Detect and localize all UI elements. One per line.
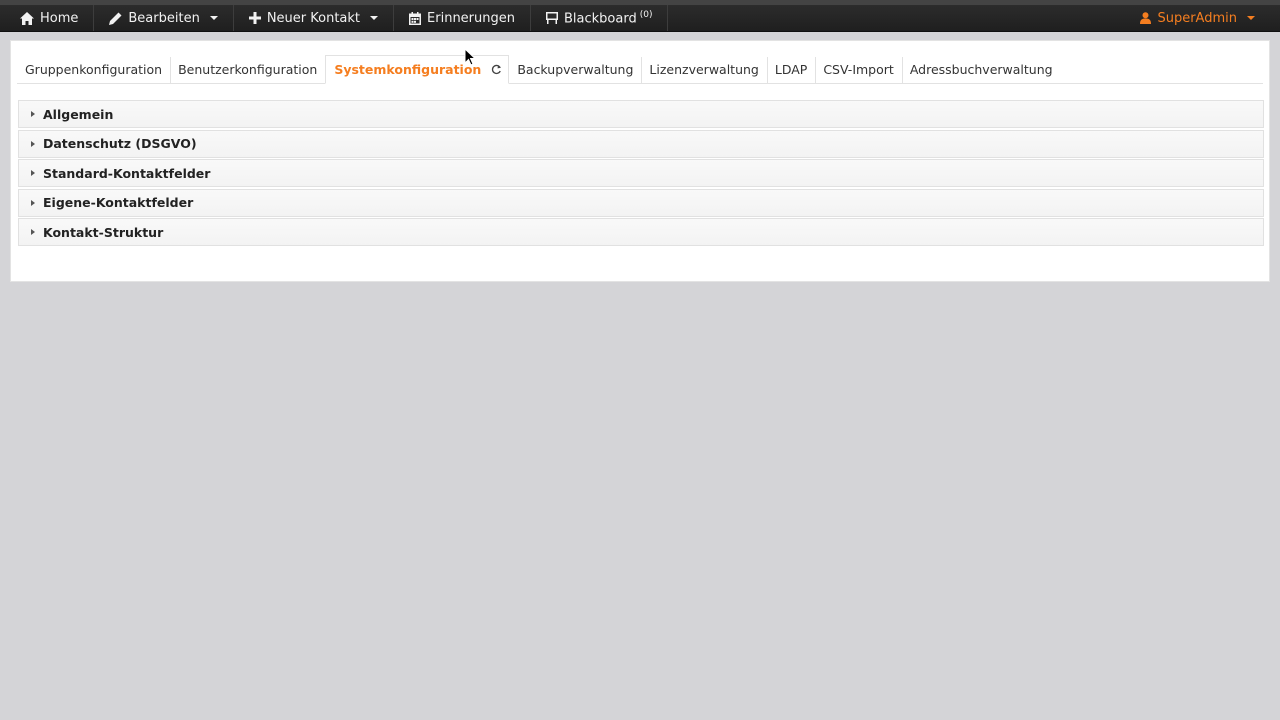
main-panel: Gruppenkonfiguration Benutzerkonfigurati…: [10, 40, 1270, 282]
nav-home-label: Home: [40, 10, 79, 26]
tab-label: CSV-Import: [823, 61, 894, 77]
tab-csv-import[interactable]: CSV-Import: [815, 55, 901, 83]
settings-accordion: Allgemein Datenschutz (DSGVO) Standard-K…: [18, 100, 1264, 248]
user-menu[interactable]: SuperAdmin: [1125, 5, 1270, 31]
tab-adressbuchverwaltung[interactable]: Adressbuchverwaltung: [901, 55, 1061, 83]
chevron-down-icon: [370, 16, 379, 20]
nav-bearbeiten[interactable]: Bearbeiten: [94, 5, 234, 31]
tab-ldap[interactable]: LDAP: [766, 55, 815, 83]
section-eigene-kontaktfelder[interactable]: Eigene-Kontaktfelder: [18, 188, 1264, 217]
navbar-user-area: SuperAdmin: [1125, 5, 1280, 31]
blackboard-count: (0): [639, 9, 653, 20]
chevron-right-icon: [31, 229, 35, 235]
tab-label: Gruppenkonfiguration: [25, 61, 163, 77]
nav-neuer-kontakt-label: Neuer Kontakt: [266, 10, 361, 26]
user-icon: [1140, 12, 1152, 24]
user-menu-label: SuperAdmin: [1157, 10, 1237, 26]
mouse-cursor-icon: [464, 47, 477, 70]
pencil-icon: [109, 12, 122, 25]
tab-lizenzverwaltung[interactable]: Lizenzverwaltung: [641, 55, 766, 83]
section-kontakt-struktur[interactable]: Kontakt-Struktur: [18, 218, 1264, 246]
chevron-right-icon: [31, 170, 35, 176]
tab-label: Benutzerkonfiguration: [178, 61, 318, 77]
navbar-menu: Home Bearbeiten Neuer Kontakt Erinnerung…: [0, 5, 669, 31]
chevron-down-icon: [209, 16, 218, 20]
nav-blackboard[interactable]: Blackboard (0): [531, 5, 669, 31]
tab-label: Adressbuchverwaltung: [909, 61, 1053, 77]
nav-erinnerungen-label: Erinnerungen: [427, 10, 515, 26]
section-label: Kontakt-Struktur: [43, 224, 164, 240]
nav-home[interactable]: Home: [5, 5, 95, 31]
nav-blackboard-label: Blackboard: [564, 11, 637, 27]
config-tabs: Gruppenkonfiguration Benutzerkonfigurati…: [17, 55, 1263, 84]
tab-label: Lizenzverwaltung: [649, 61, 759, 77]
tab-systemkonfiguration[interactable]: Systemkonfiguration: [325, 55, 510, 84]
section-datenschutz[interactable]: Datenschutz (DSGVO): [18, 129, 1264, 158]
section-label: Datenschutz (DSGVO): [43, 136, 197, 151]
section-allgemein[interactable]: Allgemein: [18, 100, 1264, 128]
refresh-icon[interactable]: [491, 64, 502, 75]
nav-bearbeiten-label: Bearbeiten: [128, 10, 200, 26]
blackboard-icon: [546, 12, 558, 24]
section-label: Eigene-Kontaktfelder: [43, 195, 194, 210]
chevron-right-icon: [31, 111, 35, 117]
nav-neuer-kontakt[interactable]: Neuer Kontakt: [234, 5, 395, 31]
tab-label: LDAP: [774, 61, 808, 77]
tab-backupverwaltung[interactable]: Backupverwaltung: [509, 55, 641, 83]
tab-gruppenkonfiguration[interactable]: Gruppenkonfiguration: [17, 55, 170, 83]
tab-label: Backupverwaltung: [517, 61, 634, 77]
nav-erinnerungen[interactable]: Erinnerungen: [394, 5, 531, 31]
chevron-right-icon: [31, 199, 35, 206]
home-icon: [20, 11, 34, 25]
tab-benutzerkonfiguration[interactable]: Benutzerkonfiguration: [170, 55, 325, 83]
section-label: Standard-Kontaktfelder: [43, 165, 211, 181]
plus-icon: [248, 12, 261, 24]
chevron-right-icon: [31, 140, 35, 147]
section-label: Allgemein: [43, 106, 114, 122]
tab-label: Systemkonfiguration: [334, 62, 482, 77]
chevron-down-icon: [1247, 16, 1255, 20]
calendar-icon: [409, 11, 422, 25]
section-standard-kontaktfelder[interactable]: Standard-Kontaktfelder: [18, 159, 1264, 187]
top-navbar: Home Bearbeiten Neuer Kontakt Erinnerung…: [0, 0, 1280, 32]
